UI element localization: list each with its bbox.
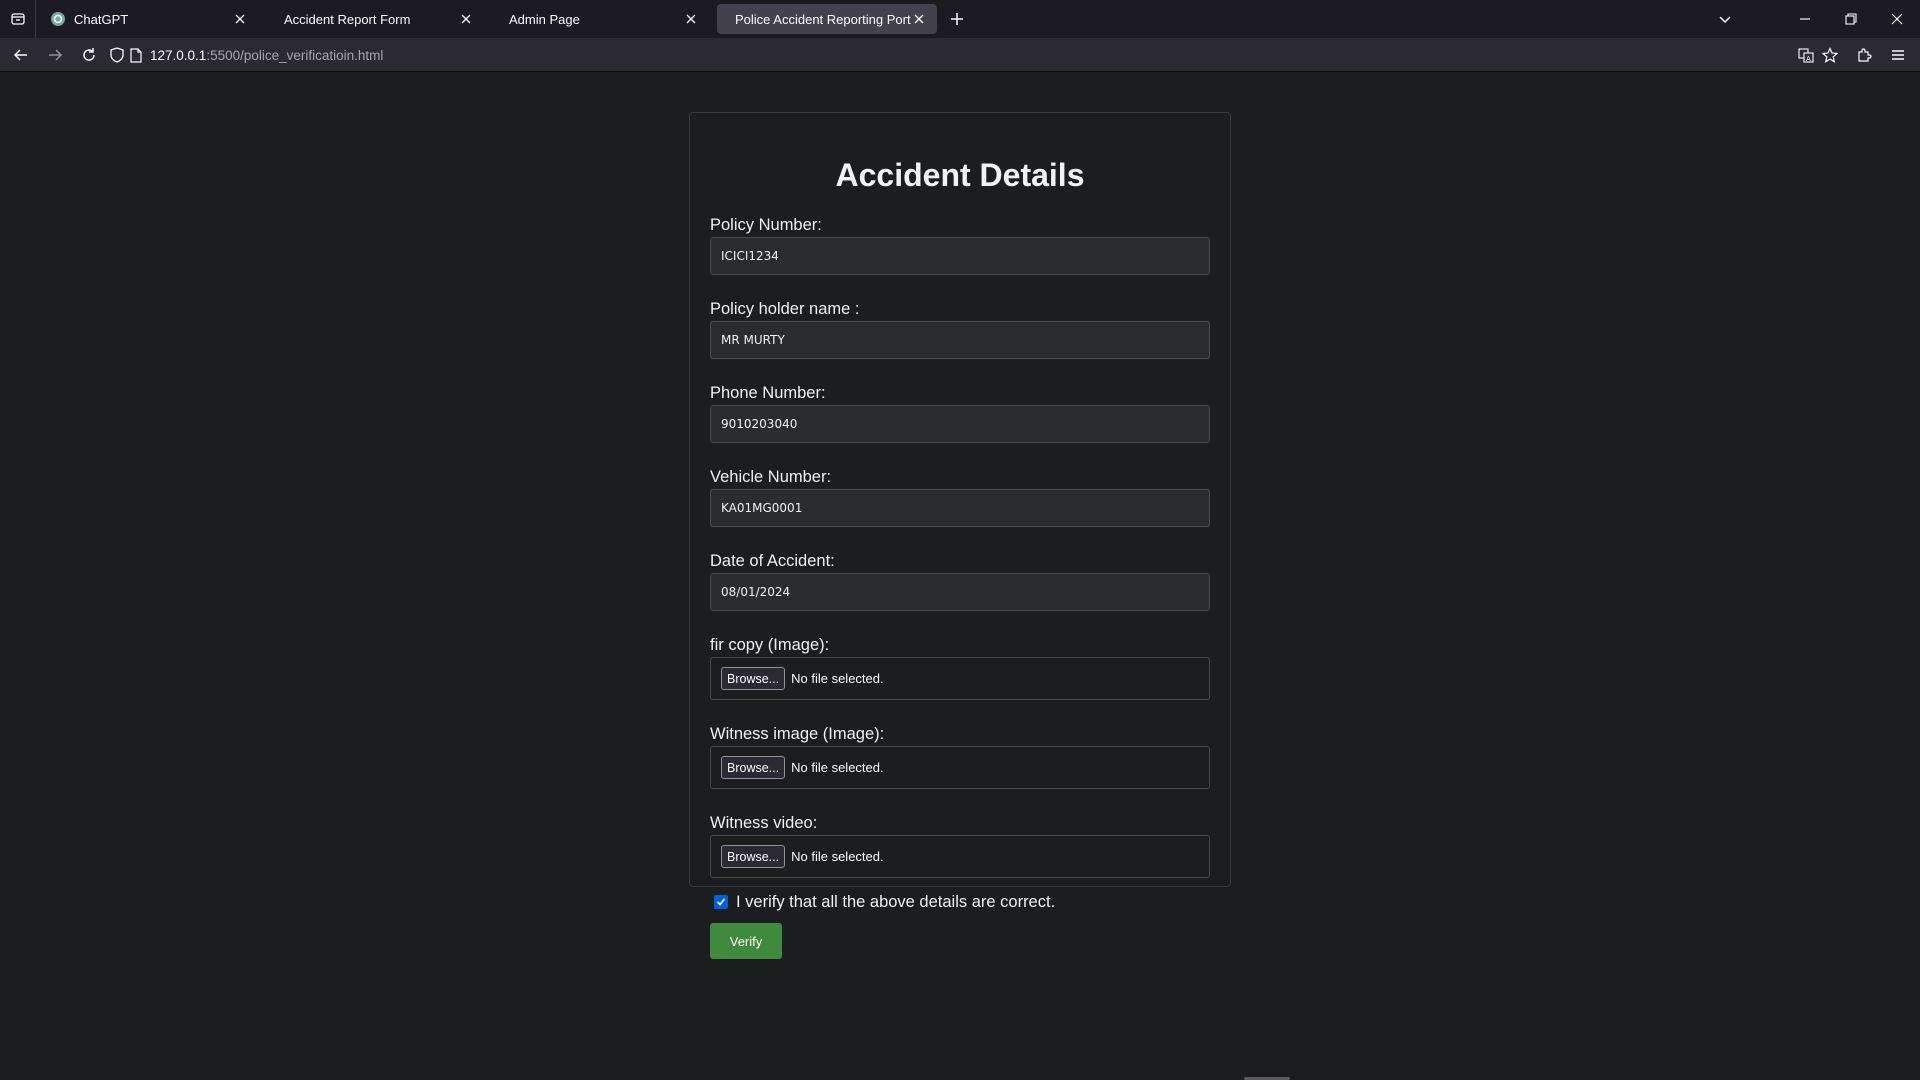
close-icon[interactable] xyxy=(232,11,248,27)
forward-arrow-icon[interactable] xyxy=(42,43,68,67)
url-host: 127.0.0.1 xyxy=(150,47,207,63)
chatgpt-icon xyxy=(50,11,66,27)
accident-date-input[interactable]: 08/01/2024 xyxy=(710,573,1210,611)
verify-checkbox[interactable] xyxy=(714,895,728,909)
accident-date-label: Date of Accident: xyxy=(710,552,835,570)
policy-number-input[interactable]: ICICI1234 xyxy=(710,237,1210,275)
tab-title: Police Accident Reporting Portal xyxy=(735,11,911,27)
holder-name-input[interactable]: MR MURTY xyxy=(710,321,1210,359)
phone-number-input[interactable]: 9010203040 xyxy=(710,405,1210,443)
witness-image-file-input[interactable]: Browse... No file selected. xyxy=(710,746,1210,789)
witness-video-browse-button[interactable]: Browse... xyxy=(721,845,786,868)
bookmark-star-icon[interactable] xyxy=(1818,43,1842,67)
navigation-toolbar: 127.0.0.1:5500/police_verificatioin.html… xyxy=(0,38,1920,72)
fir-file-status: No file selected. xyxy=(791,671,884,686)
verify-checkbox-label: I verify that all the above details are … xyxy=(736,892,1056,911)
close-icon[interactable] xyxy=(458,11,474,27)
window-close-icon[interactable] xyxy=(1874,0,1920,38)
fir-browse-button[interactable]: Browse... xyxy=(721,667,786,690)
witness-image-browse-button[interactable]: Browse... xyxy=(721,756,786,779)
verify-checkbox-row: I verify that all the above details are … xyxy=(710,892,1210,912)
address-bar[interactable]: 127.0.0.1:5500/police_verificatioin.html xyxy=(110,41,1790,69)
shield-icon[interactable] xyxy=(110,47,124,63)
holder-name-label: Policy holder name : xyxy=(710,300,860,318)
policy-number-label: Policy Number: xyxy=(710,216,822,234)
tab-title: Accident Report Form xyxy=(284,11,411,27)
accident-details-form: Accident Details Policy Number: ICICI123… xyxy=(689,112,1231,959)
restore-icon[interactable] xyxy=(1828,0,1874,38)
tab-accident-report-form[interactable]: Accident Report Form xyxy=(266,4,484,34)
fir-copy-label: fir copy (Image): xyxy=(710,636,830,654)
tab-list-icon[interactable] xyxy=(0,0,36,38)
fir-copy-file-input[interactable]: Browse... No file selected. xyxy=(710,657,1210,700)
translate-icon[interactable]: A xyxy=(1794,43,1818,67)
witness-video-file-input[interactable]: Browse... No file selected. xyxy=(710,835,1210,878)
form-heading: Accident Details xyxy=(835,157,1085,193)
tab-police-portal[interactable]: Police Accident Reporting Portal xyxy=(717,4,937,34)
tab-chatgpt[interactable]: ChatGPT xyxy=(40,4,258,34)
witness-video-file-status: No file selected. xyxy=(791,849,884,864)
vehicle-number-input[interactable]: KA01MG0001 xyxy=(710,489,1210,527)
menu-hamburger-icon[interactable] xyxy=(1886,43,1910,67)
checkmark-icon xyxy=(716,898,726,906)
page-icon[interactable] xyxy=(130,47,142,63)
tab-title: Admin Page xyxy=(509,11,580,27)
new-tab-icon[interactable] xyxy=(946,8,968,30)
extensions-icon[interactable] xyxy=(1852,43,1876,67)
svg-text:A: A xyxy=(1806,55,1811,63)
verify-button[interactable]: Verify xyxy=(710,923,782,959)
back-arrow-icon[interactable] xyxy=(8,43,34,67)
close-icon[interactable] xyxy=(683,11,699,27)
witness-video-label: Witness video: xyxy=(710,814,818,832)
reload-icon[interactable] xyxy=(76,43,102,67)
witness-image-file-status: No file selected. xyxy=(791,760,884,775)
close-icon[interactable] xyxy=(911,11,927,27)
tab-title: ChatGPT xyxy=(74,11,129,27)
minimize-icon[interactable] xyxy=(1782,0,1828,38)
tab-admin-page[interactable]: Admin Page xyxy=(491,4,709,34)
url-path: :5500/police_verificatioin.html xyxy=(206,47,384,63)
page-viewport: Accident Details Policy Number: ICICI123… xyxy=(0,72,1920,1080)
phone-number-label: Phone Number: xyxy=(710,384,826,402)
witness-image-label: Witness image (Image): xyxy=(710,725,885,743)
vehicle-number-label: Vehicle Number: xyxy=(710,468,832,486)
tab-overflow-chevron-icon[interactable] xyxy=(1702,0,1748,38)
